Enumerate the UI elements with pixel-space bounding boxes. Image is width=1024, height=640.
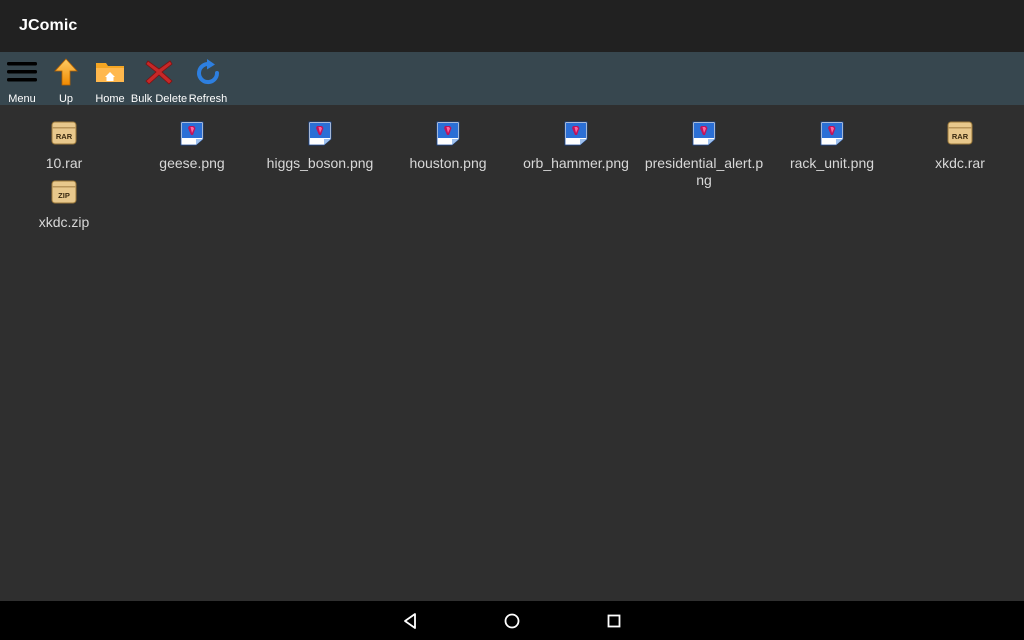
file-name: xkdc.rar (935, 155, 985, 171)
file-name: presidential_alert.png (644, 155, 764, 188)
image-file-icon (436, 121, 460, 146)
delete-x-icon (145, 60, 173, 85)
up-arrow-icon (54, 58, 78, 86)
file-grid: RAR 10.rar geese.png higgs_boson.png hou… (0, 105, 1024, 601)
file-name: geese.png (159, 155, 225, 171)
bulk-delete-button[interactable]: Bulk Delete (131, 52, 187, 105)
file-item[interactable]: ZIP xkdc.zip (0, 164, 128, 231)
file-item[interactable]: houston.png (384, 105, 512, 172)
app-title: JComic (19, 17, 78, 34)
hamburger-menu-icon (7, 62, 37, 82)
image-file-icon (820, 121, 844, 146)
image-file-icon (692, 121, 716, 146)
refresh-icon (197, 59, 220, 85)
bulk-delete-label: Bulk Delete (130, 93, 188, 105)
back-icon[interactable] (398, 609, 422, 633)
home-folder-icon (96, 63, 124, 82)
file-item[interactable]: rack_unit.png (768, 105, 896, 172)
system-nav-bar (0, 601, 1024, 640)
rar-archive-icon: RAR (947, 121, 973, 145)
rar-archive-icon: RAR (51, 121, 77, 145)
svg-text:RAR: RAR (56, 132, 73, 141)
up-label: Up (58, 93, 74, 105)
file-item[interactable]: RAR xkdc.rar (896, 105, 1024, 172)
file-item[interactable]: higgs_boson.png (256, 105, 384, 172)
refresh-label: Refresh (188, 93, 228, 105)
file-name: higgs_boson.png (266, 155, 374, 171)
file-item[interactable]: geese.png (128, 105, 256, 172)
file-name: xkdc.zip (38, 214, 90, 230)
file-name: rack_unit.png (789, 155, 875, 171)
home-button[interactable]: Home (94, 52, 126, 105)
refresh-button[interactable]: Refresh (189, 52, 227, 105)
svg-text:RAR: RAR (952, 132, 969, 141)
file-item[interactable]: RAR 10.rar (0, 105, 128, 172)
menu-label: Menu (8, 93, 36, 105)
menu-button[interactable]: Menu (6, 52, 38, 105)
app-bar: JComic (0, 0, 1024, 52)
file-item[interactable]: orb_hammer.png (512, 105, 640, 172)
up-button[interactable]: Up (50, 52, 82, 105)
file-name: orb_hammer.png (523, 155, 629, 171)
home-label: Home (95, 93, 125, 105)
file-name: houston.png (409, 155, 487, 171)
image-file-icon (180, 121, 204, 146)
recents-square-icon[interactable] (602, 609, 626, 633)
image-file-icon (308, 121, 332, 146)
file-item[interactable]: presidential_alert.png (640, 105, 768, 189)
toolbar: Menu Up Home Bulk Delete Refresh (0, 52, 1024, 105)
svg-text:ZIP: ZIP (58, 191, 70, 200)
home-circle-icon[interactable] (500, 609, 524, 633)
image-file-icon (564, 121, 588, 146)
zip-archive-icon: ZIP (51, 180, 77, 204)
